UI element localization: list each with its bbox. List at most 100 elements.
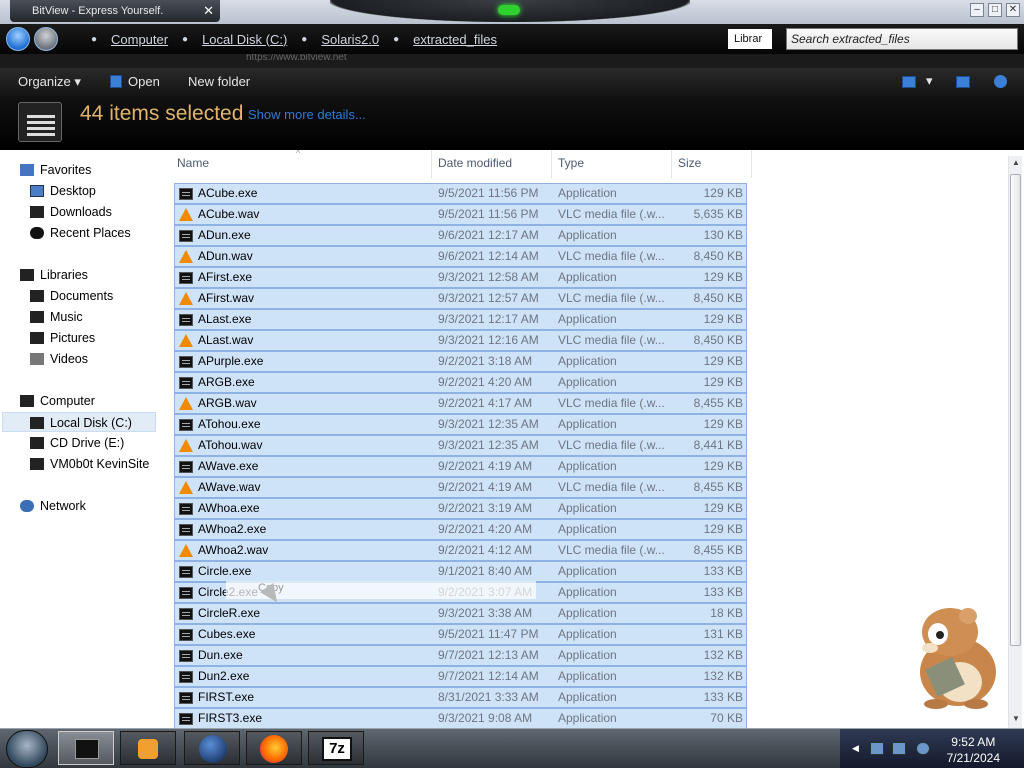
show-more-details-link[interactable]: Show more details... <box>248 107 366 122</box>
file-row[interactable]: FIRST3.exe 9/3/2021 9:08 AM Application 70 … <box>174 708 747 728</box>
file-row[interactable]: ADun.exe 9/6/2021 12:17 AM Application 130 … <box>174 225 747 246</box>
new-folder-button[interactable]: New folder <box>188 74 250 89</box>
file-size: 8,455 KB <box>693 480 743 494</box>
nav-favorites[interactable]: Favorites <box>20 160 91 180</box>
nav-downloads[interactable]: Downloads <box>30 202 112 222</box>
tab-close-button[interactable]: ✕ <box>203 0 214 22</box>
clock[interactable]: 9:52 AM 7/21/2024 <box>947 734 1000 766</box>
column-header-type[interactable]: Type <box>558 156 584 170</box>
file-row[interactable]: APurple.exe 9/2/2021 3:18 AM Application 12… <box>174 351 747 372</box>
file-row[interactable]: Dun2.exe 9/7/2021 12:14 AM Application 132 … <box>174 666 747 687</box>
scrollbar-thumb[interactable] <box>1010 174 1021 646</box>
file-row[interactable]: ALast.exe 9/3/2021 12:17 AM Application 129… <box>174 309 747 330</box>
taskbar-media-player[interactable] <box>120 731 176 765</box>
breadcrumb-extracted-files[interactable]: extracted_files <box>404 32 506 47</box>
file-row[interactable]: CircleR.exe 9/3/2021 3:38 AM Application 18… <box>174 603 747 624</box>
nav-libraries[interactable]: Libraries <box>20 265 88 285</box>
column-divider[interactable] <box>431 150 432 178</box>
organize-label: Organize <box>18 74 71 89</box>
search-input[interactable]: Search extracted_files <box>786 28 1018 50</box>
scroll-down-icon[interactable]: ▼ <box>1011 714 1021 726</box>
library-button[interactable]: Librar <box>728 29 772 49</box>
file-row[interactable]: AWave.exe 9/2/2021 4:19 AM Application 129 … <box>174 456 747 477</box>
nav-pictures[interactable]: Pictures <box>30 328 95 348</box>
file-row[interactable]: ARGB.wav 9/2/2021 4:17 AM VLC media file (… <box>174 393 747 414</box>
browser-tab[interactable]: BitView - Express Yourself. ✕ <box>10 0 220 22</box>
breadcrumb-local-disk[interactable]: Local Disk (C:) <box>193 32 296 47</box>
application-file-icon <box>179 650 193 662</box>
taskbar-explorer[interactable] <box>58 731 114 765</box>
breadcrumb-computer[interactable]: Computer <box>102 32 177 47</box>
breadcrumb-solaris[interactable]: Solaris2.0 <box>312 32 388 47</box>
view-dropdown-icon[interactable]: ▾ <box>926 73 933 89</box>
nav-recent-places[interactable]: Recent Places <box>30 223 131 243</box>
nav-music[interactable]: Music <box>30 307 83 327</box>
file-row[interactable]: AFirst.exe 9/3/2021 12:58 AM Application 12… <box>174 267 747 288</box>
maximize-button[interactable]: □ <box>988 3 1002 17</box>
taskbar-firefox[interactable] <box>246 731 302 765</box>
file-row[interactable]: Circle.exe 9/1/2021 8:40 AM Application 133… <box>174 561 747 582</box>
minimize-button[interactable]: – <box>970 3 984 17</box>
nav-computer[interactable]: Computer <box>20 391 95 411</box>
file-type: Application <box>558 375 617 389</box>
firefox-icon <box>260 735 288 763</box>
nav-network-drive[interactable]: VM0b0t KevinSite <box>30 454 149 474</box>
forward-button[interactable] <box>34 27 58 51</box>
nav-videos[interactable]: Videos <box>30 349 88 369</box>
file-type: VLC media file (.w... <box>558 396 665 410</box>
file-date-modified: 9/3/2021 12:35 AM <box>438 417 539 431</box>
start-button[interactable] <box>6 730 48 768</box>
open-button[interactable]: Open <box>110 74 160 89</box>
column-header-size[interactable]: Size <box>678 156 701 170</box>
column-header-name[interactable]: Name <box>177 156 209 170</box>
details-pane: 44 items selected Show more details... <box>0 96 1024 150</box>
column-divider[interactable] <box>551 150 552 178</box>
file-row[interactable]: ADun.wav 9/6/2021 12:14 AM VLC media file … <box>174 246 747 267</box>
view-options-icon[interactable] <box>902 76 916 88</box>
file-size: 8,455 KB <box>693 543 743 557</box>
scroll-up-icon[interactable]: ▲ <box>1011 158 1021 170</box>
file-row[interactable]: AWhoa2.exe 9/2/2021 4:20 AM Application 129… <box>174 519 747 540</box>
file-row[interactable]: Dun.exe 9/7/2021 12:13 AM Application 132 K… <box>174 645 747 666</box>
back-button[interactable] <box>6 27 30 51</box>
taskbar-browser[interactable] <box>184 731 240 765</box>
nav-computer-label: Computer <box>40 394 95 408</box>
file-row[interactable]: AWhoa.exe 9/2/2021 3:19 AM Application 129 … <box>174 498 747 519</box>
security-icon[interactable] <box>870 742 884 755</box>
recent-places-icon <box>30 227 44 239</box>
help-icon[interactable] <box>994 75 1007 88</box>
nav-music-label: Music <box>50 310 83 324</box>
nav-network-drive-label: VM0b0t KevinSite <box>50 457 150 471</box>
nav-downloads-label: Downloads <box>50 205 112 219</box>
taskbar: 7z ◀ 9:52 AM 7/21/2024 <box>0 728 1024 768</box>
column-divider[interactable] <box>671 150 672 178</box>
nav-documents[interactable]: Documents <box>30 286 113 306</box>
close-button[interactable]: ✕ <box>1006 3 1020 17</box>
nav-cd-drive[interactable]: CD Drive (E:) <box>30 433 124 453</box>
file-row[interactable]: ALast.wav 9/3/2021 12:16 AM VLC media file… <box>174 330 747 351</box>
tray-expand-icon[interactable]: ◀ <box>852 743 859 754</box>
preview-pane-icon[interactable] <box>956 76 970 88</box>
file-row[interactable]: AWave.wav 9/2/2021 4:19 AM VLC media file … <box>174 477 747 498</box>
column-divider[interactable] <box>751 150 752 178</box>
file-row[interactable]: ACube.wav 9/5/2021 11:56 PM VLC media file… <box>174 204 747 225</box>
file-row[interactable]: ATohou.exe 9/3/2021 12:35 AM Application 12… <box>174 414 747 435</box>
file-row[interactable]: ACube.exe 9/5/2021 11:56 PM Application 129… <box>174 183 747 204</box>
column-header-date[interactable]: Date modified <box>438 156 512 170</box>
network-tray-icon[interactable] <box>892 742 906 755</box>
taskbar-7zip[interactable]: 7z <box>308 731 364 765</box>
vertical-scrollbar[interactable]: ▲ ▼ <box>1008 156 1022 728</box>
file-row[interactable]: AWhoa2.wav 9/2/2021 4:12 AM VLC media file… <box>174 540 747 561</box>
nav-network[interactable]: Network <box>20 496 86 516</box>
volume-icon[interactable] <box>916 742 930 755</box>
file-type: Application <box>558 627 617 641</box>
file-row[interactable]: Cubes.exe 9/5/2021 11:47 PM Application 131… <box>174 624 747 645</box>
organize-button[interactable]: Organize ▾ <box>18 74 81 90</box>
file-row[interactable]: ARGB.exe 9/2/2021 4:20 AM Application 129 K… <box>174 372 747 393</box>
nav-desktop[interactable]: Desktop <box>30 181 96 201</box>
file-row[interactable]: ATohou.wav 9/3/2021 12:35 AM VLC media fil… <box>174 435 747 456</box>
file-row[interactable]: AFirst.wav 9/3/2021 12:57 AM VLC media fil… <box>174 288 747 309</box>
open-app-icon <box>110 75 122 88</box>
nav-local-disk[interactable]: Local Disk (C:) <box>2 412 156 432</box>
file-row[interactable]: FIRST.exe 8/31/2021 3:33 AM Application 133… <box>174 687 747 708</box>
